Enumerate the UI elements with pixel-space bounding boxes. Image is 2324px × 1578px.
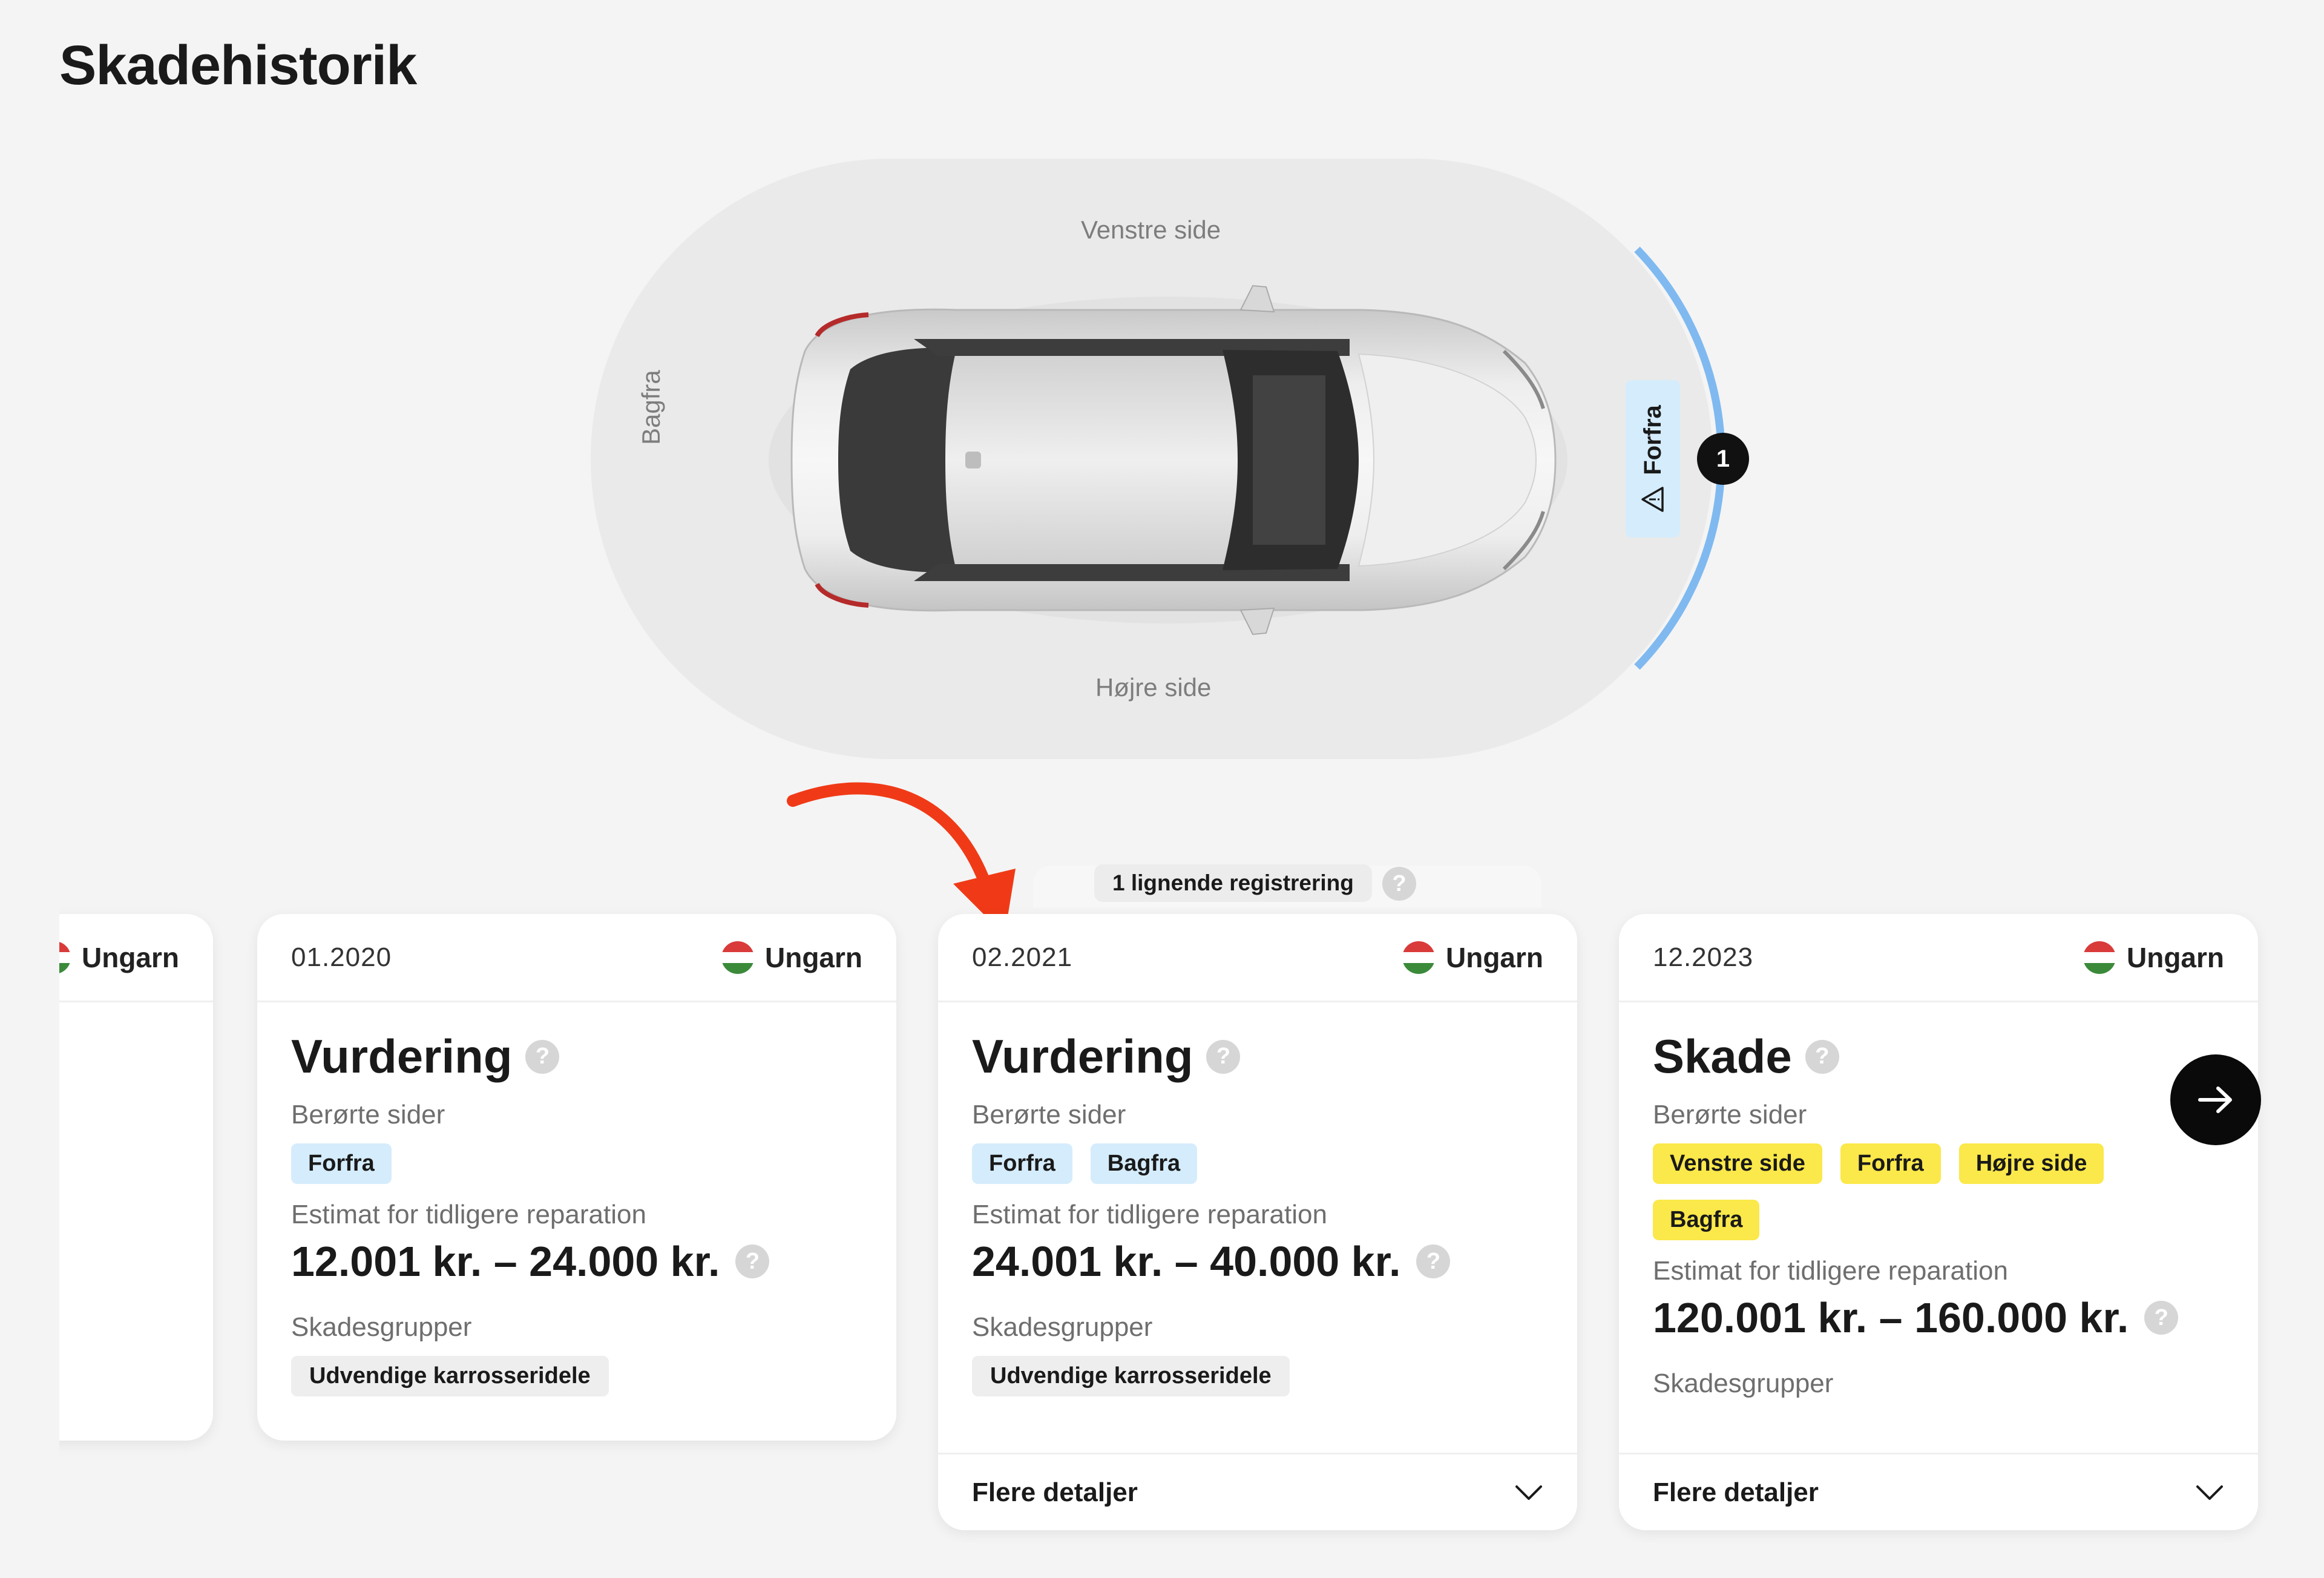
damage-groups-tags: Udvendige karrosseridele bbox=[972, 1356, 1543, 1396]
card-title: Vurdering bbox=[972, 1030, 1193, 1083]
side-label-right[interactable]: Højre side bbox=[1095, 673, 1211, 702]
estimate-label: Estimat for tidligere reparation bbox=[1653, 1256, 2008, 1286]
car-top-view-image bbox=[769, 284, 1567, 636]
country-label: Ungarn bbox=[765, 941, 862, 973]
damage-groups-label: Skadesgrupper bbox=[1653, 1369, 1834, 1398]
country-label: Ungarn bbox=[1446, 941, 1543, 973]
more-details-toggle[interactable]: Flere detaljer bbox=[1619, 1453, 2258, 1530]
question-icon[interactable]: ? bbox=[2144, 1301, 2179, 1335]
country-label: Ungarn bbox=[82, 941, 179, 973]
damage-groups-tags: Udvendige karrosseridele bbox=[291, 1356, 862, 1396]
question-icon[interactable]: ? bbox=[525, 1039, 560, 1074]
card-title-row: Vurdering ? bbox=[291, 1029, 862, 1084]
more-details-toggle[interactable]: Flere detaljer bbox=[938, 1453, 1577, 1530]
side-label-rear[interactable]: Bagfra bbox=[637, 370, 666, 445]
history-carousel: Ungarn 01.2020 Ungarn Vurdering ? Berørt… bbox=[59, 860, 2268, 1578]
side-tag: Forfra bbox=[291, 1143, 392, 1184]
card-title-row: Vurdering ? bbox=[972, 1029, 1543, 1084]
estimate-value: 120.001 kr. – 160.000 kr. bbox=[1653, 1294, 2129, 1341]
hungary-flag-icon bbox=[1402, 941, 1435, 974]
side-tag: Forfra bbox=[972, 1143, 1072, 1184]
country-label: Ungarn bbox=[2127, 941, 2224, 973]
estimate-row: 24.001 kr. – 40.000 kr. ? bbox=[972, 1237, 1543, 1286]
question-icon[interactable]: ? bbox=[735, 1244, 770, 1278]
affected-sides-label: Berørte sider bbox=[291, 1100, 445, 1129]
estimate-value: 24.001 kr. – 40.000 kr. bbox=[972, 1238, 1401, 1285]
estimate-row: 120.001 kr. – 160.000 kr. ? bbox=[1653, 1294, 2224, 1342]
damage-groups-label: Skadesgrupper bbox=[291, 1312, 472, 1342]
estimate-row: 12.001 kr. – 24.000 kr. ? bbox=[291, 1237, 862, 1286]
estimate-label: Estimat for tidligere reparation bbox=[291, 1200, 646, 1229]
affected-sides-label: Berørte sider bbox=[972, 1100, 1126, 1129]
affected-sides-tags: Venstre side Forfra Højre side Bagfra bbox=[1653, 1143, 2137, 1240]
arrow-right-icon bbox=[2198, 1087, 2232, 1113]
estimate-label: Estimat for tidligere reparation bbox=[972, 1200, 1327, 1229]
affected-sides-label: Berørte sider bbox=[1653, 1100, 1807, 1129]
affected-sides-tags: Forfra bbox=[291, 1143, 862, 1184]
warning-icon bbox=[1641, 487, 1664, 512]
group-tag: Udvendige karrosseridele bbox=[972, 1356, 1290, 1396]
hungary-flag-icon bbox=[721, 941, 754, 974]
estimate-value: 12.001 kr. – 24.000 kr. bbox=[291, 1238, 720, 1285]
group-tag: Udvendige karrosseridele bbox=[291, 1356, 609, 1396]
hungary-flag-icon bbox=[59, 941, 71, 974]
hungary-flag-icon bbox=[2083, 941, 2116, 974]
history-card[interactable]: Ungarn bbox=[59, 914, 213, 1441]
history-card[interactable]: 02.2021 Ungarn Vurdering ? Berørte sider… bbox=[938, 914, 1577, 1530]
carousel-next-button[interactable] bbox=[2170, 1054, 2261, 1145]
question-icon[interactable]: ? bbox=[1805, 1039, 1839, 1074]
history-card[interactable]: 12.2023 Ungarn Skade ? Berørte sider Ven… bbox=[1619, 914, 2258, 1530]
damage-groups-label: Skadesgrupper bbox=[972, 1312, 1153, 1342]
side-tag: Venstre side bbox=[1653, 1143, 1822, 1184]
chevron-down-icon bbox=[2196, 1485, 2223, 1500]
card-date: 02.2021 bbox=[972, 942, 1073, 972]
card-date: 12.2023 bbox=[1653, 942, 1754, 972]
card-title: Vurdering bbox=[291, 1030, 513, 1083]
card-date: 01.2020 bbox=[291, 942, 392, 972]
card-title: Skade bbox=[1653, 1030, 1792, 1083]
damage-count-badge[interactable]: 1 bbox=[1697, 433, 1749, 485]
front-side-label: Forfra bbox=[1639, 405, 1666, 475]
car-damage-diagram: Venstre side Højre side Bagfra Forfra 1 bbox=[0, 0, 2324, 935]
side-tag: Bagfra bbox=[1653, 1200, 1760, 1240]
front-side-tag[interactable]: Forfra bbox=[1626, 380, 1680, 538]
history-card[interactable]: 01.2020 Ungarn Vurdering ? Berørte sider… bbox=[257, 914, 896, 1441]
question-icon[interactable]: ? bbox=[1416, 1244, 1451, 1278]
chevron-down-icon bbox=[1515, 1485, 1542, 1500]
more-details-label: Flere detaljer bbox=[1653, 1477, 1819, 1507]
side-tag: Højre side bbox=[1958, 1143, 2104, 1184]
affected-sides-tags: Forfra Bagfra bbox=[972, 1143, 1543, 1184]
card-title-row: Skade ? bbox=[1653, 1029, 2224, 1084]
side-tag: Bagfra bbox=[1090, 1143, 1198, 1184]
more-details-label: Flere detaljer bbox=[972, 1477, 1138, 1507]
side-tag: Forfra bbox=[1840, 1143, 1941, 1184]
side-label-left[interactable]: Venstre side bbox=[1081, 215, 1221, 245]
question-icon[interactable]: ? bbox=[1206, 1039, 1241, 1074]
